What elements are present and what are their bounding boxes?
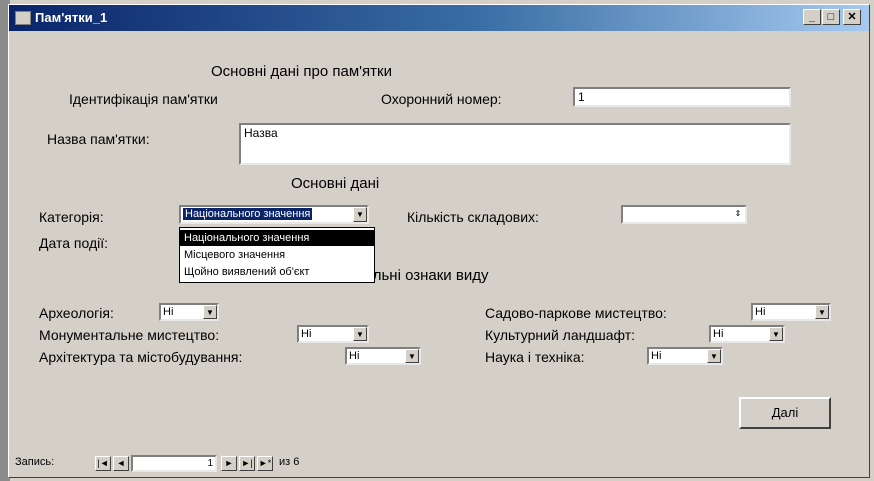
id-section-label: Ідентифікація пам'ятки — [69, 91, 218, 107]
chevron-down-icon[interactable]: ▼ — [815, 305, 829, 319]
minimize-icon[interactable]: _ — [803, 9, 821, 25]
type-value: Ні — [301, 328, 312, 340]
record-count: из 6 — [279, 456, 300, 468]
reg-number-input[interactable]: 1 — [573, 87, 791, 107]
close-icon[interactable]: ✕ — [843, 9, 861, 25]
title-bar[interactable]: Пам'ятки_1 _ □ ✕ — [9, 5, 869, 31]
form-icon — [15, 11, 31, 25]
chevron-down-icon[interactable]: ▼ — [203, 305, 217, 319]
name-input[interactable]: Назва — [239, 123, 791, 165]
count-spinner[interactable]: 1 ⇕ — [621, 205, 747, 224]
type-select-landscape-art[interactable]: Ні ▼ — [751, 303, 831, 321]
type-select-cultural-landscape[interactable]: Ні ▼ — [709, 325, 785, 343]
category-value: Національного значення — [183, 208, 313, 220]
new-record-button[interactable]: ►* — [257, 456, 273, 471]
type-select-monumental[interactable]: Ні ▼ — [297, 325, 369, 343]
date-label: Дата події: — [39, 235, 109, 251]
spin-arrows-icon[interactable]: ⇕ — [731, 207, 745, 222]
window-title: Пам'ятки_1 — [35, 10, 108, 25]
type-value: Ні — [349, 350, 360, 362]
chevron-down-icon[interactable]: ▼ — [353, 327, 367, 341]
type-value: Ні — [651, 350, 662, 362]
type-label-cultural-landscape: Культурний ландшафт: — [485, 327, 636, 343]
record-navigator: Запись: |◄ ◄ 1 ► ►| ►* из 6 — [9, 452, 869, 476]
type-value: Ні — [163, 306, 174, 318]
type-value: Ні — [713, 328, 724, 340]
type-select-archaeology[interactable]: Ні ▼ — [159, 303, 219, 321]
prev-record-button[interactable]: ◄ — [113, 456, 129, 471]
category-label: Категорія: — [39, 209, 104, 225]
first-record-button[interactable]: |◄ — [95, 456, 111, 471]
next-button[interactable]: Далі — [739, 397, 831, 429]
type-label-science: Наука і техніка: — [485, 349, 585, 365]
type-label-architecture: Архітектура та містобудування: — [39, 349, 243, 365]
next-record-button[interactable]: ► — [221, 456, 237, 471]
chevron-down-icon[interactable]: ▼ — [707, 349, 721, 363]
main-data-heading: Основні дані — [291, 175, 380, 192]
type-label-monumental: Монументальне мистецтво: — [39, 327, 220, 343]
type-select-architecture[interactable]: Ні ▼ — [345, 347, 421, 365]
type-value: Ні — [755, 306, 766, 318]
name-label: Назва пам'ятки: — [47, 131, 150, 147]
form-heading: Основні дані про пам'ятки — [211, 63, 392, 80]
form-window: Пам'ятки_1 _ □ ✕ Основні дані про пам'ят… — [8, 4, 870, 478]
maximize-icon[interactable]: □ — [822, 9, 840, 25]
category-dropdown-list: Національного значення Місцевого значенн… — [179, 227, 375, 283]
type-label-archaeology: Археологія: — [39, 305, 114, 321]
last-record-button[interactable]: ►| — [239, 456, 255, 471]
category-option[interactable]: Щойно виявлений об'єкт — [180, 264, 374, 280]
type-label-landscape-art: Садово-паркове мистецтво: — [485, 305, 667, 321]
type-select-science[interactable]: Ні ▼ — [647, 347, 723, 365]
category-select[interactable]: Національного значення ▼ — [179, 205, 369, 224]
count-value: 1 — [625, 208, 632, 220]
chevron-down-icon[interactable]: ▼ — [769, 327, 783, 341]
chevron-down-icon[interactable]: ▼ — [353, 207, 367, 222]
nav-label: Запись: — [15, 456, 55, 468]
current-record-input[interactable]: 1 — [131, 455, 217, 472]
count-label: Кількість складових: — [407, 209, 539, 225]
chevron-down-icon[interactable]: ▼ — [405, 349, 419, 363]
category-option[interactable]: Місцевого значення — [180, 247, 374, 263]
category-option[interactable]: Національного значення — [180, 230, 374, 246]
reg-number-label: Охоронний номер: — [381, 91, 502, 107]
